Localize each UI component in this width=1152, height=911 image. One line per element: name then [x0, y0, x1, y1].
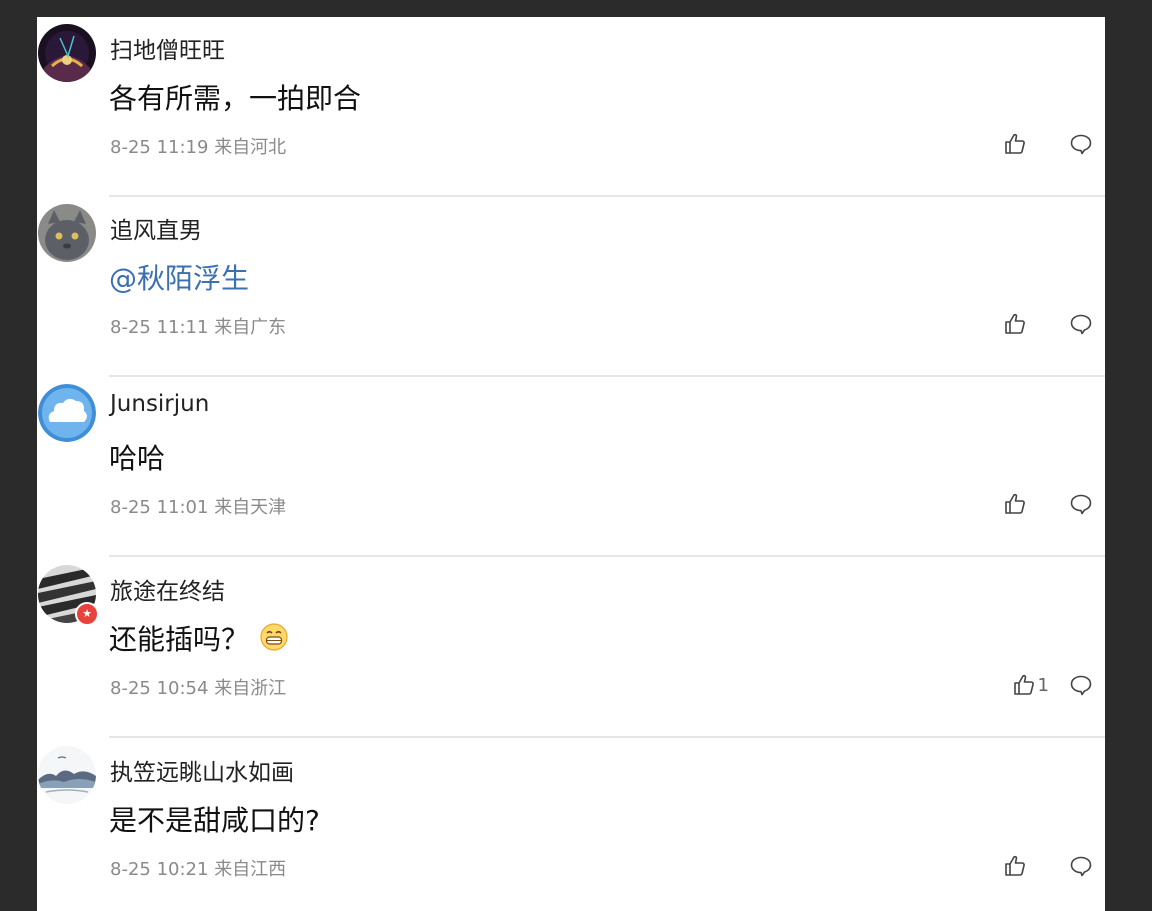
comment-actions	[1003, 853, 1093, 879]
comment-text-value: 还能插吗？	[109, 623, 250, 656]
verified-badge-icon: ★	[75, 602, 99, 626]
comment-actions	[1003, 491, 1093, 517]
divider	[109, 736, 1105, 738]
mention-link[interactable]: @秋陌浮生	[109, 257, 249, 297]
reply-bubble-icon[interactable]	[1069, 132, 1093, 156]
username[interactable]: 追风直男	[110, 211, 202, 245]
comment-actions: 1	[1012, 672, 1093, 698]
comment-text: 各有所需，一拍即合	[109, 82, 362, 115]
like-count: 1	[1037, 674, 1049, 696]
comment-meta: 8-25 11:01 来自天津	[110, 493, 286, 519]
reply-bubble-icon[interactable]	[1069, 673, 1093, 697]
avatar[interactable]	[38, 204, 96, 262]
comment-actions	[1003, 131, 1093, 157]
divider	[109, 555, 1105, 557]
comment-meta: 8-25 10:21 来自江西	[110, 855, 286, 881]
comment-meta: 8-25 10:54 来自浙江	[110, 674, 286, 700]
thumbs-up-icon[interactable]	[1012, 673, 1036, 697]
location: 来自天津	[214, 497, 287, 518]
comment-text: 哈哈	[109, 442, 166, 475]
avatar[interactable]	[38, 24, 96, 82]
username[interactable]: 扫地僧旺旺	[110, 31, 225, 65]
comment-item: Junsirjun 哈哈 8-25 11:01 来自天津	[37, 377, 1105, 557]
avatar[interactable]	[38, 746, 96, 804]
avatar[interactable]	[38, 384, 96, 442]
comment-item: 追风直男 @秋陌浮生 8-25 11:11 来自广东	[37, 197, 1105, 377]
comment-item: 扫地僧旺旺 各有所需，一拍即合 8-25 11:19 来自河北	[37, 17, 1105, 197]
comment-item: 执笠远眺山水如画 是不是甜咸口的? 8-25 10:21 来自江西	[37, 739, 1105, 911]
reply-bubble-icon[interactable]	[1069, 312, 1093, 336]
comment-actions	[1003, 311, 1093, 337]
reply-bubble-icon[interactable]	[1069, 854, 1093, 878]
thumbs-up-icon[interactable]	[1003, 492, 1027, 516]
location: 来自河北	[214, 137, 287, 158]
location: 来自广东	[214, 317, 287, 338]
thumbs-up-icon[interactable]	[1003, 132, 1027, 156]
username[interactable]: 旅途在终结	[110, 572, 225, 606]
comment-item: ★ 旅途在终结 还能插吗？ 8-25 10:54 来自浙江 1	[37, 558, 1105, 738]
comment-text: 是不是甜咸口的?	[109, 804, 320, 837]
timestamp: 8-25 11:01	[110, 497, 209, 518]
comment-list: 扫地僧旺旺 各有所需，一拍即合 8-25 11:19 来自河北 追风直男 @秋陌…	[37, 17, 1105, 911]
grinning-emoji-icon	[260, 623, 288, 651]
reply-bubble-icon[interactable]	[1069, 492, 1093, 516]
username[interactable]: Junsirjun	[110, 391, 209, 417]
username[interactable]: 执笠远眺山水如画	[110, 753, 294, 787]
location: 来自江西	[214, 859, 287, 880]
thumbs-up-icon[interactable]	[1003, 312, 1027, 336]
timestamp: 8-25 10:54	[110, 678, 209, 699]
location: 来自浙江	[214, 678, 287, 699]
comment-text: 还能插吗？	[109, 618, 289, 658]
timestamp: 8-25 10:21	[110, 859, 209, 880]
comment-meta: 8-25 11:19 来自河北	[110, 133, 286, 159]
timestamp: 8-25 11:11	[110, 317, 209, 338]
comment-meta: 8-25 11:11 来自广东	[110, 313, 286, 339]
timestamp: 8-25 11:19	[110, 137, 209, 158]
thumbs-up-icon[interactable]	[1003, 854, 1027, 878]
